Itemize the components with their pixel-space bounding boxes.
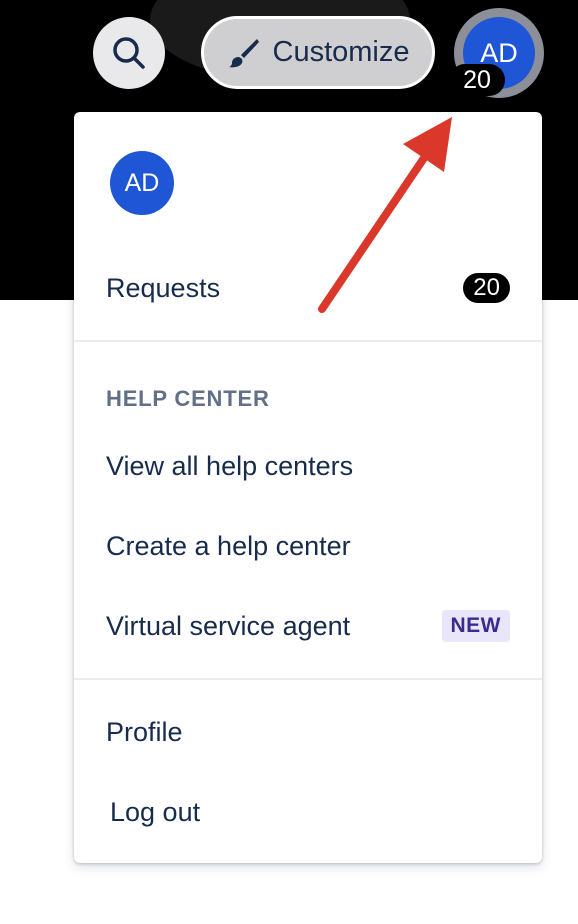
menu-item-label: View all help centers [106, 450, 354, 481]
requests-count-badge: 20 [463, 273, 510, 303]
logout-label: Log out [110, 796, 201, 827]
profile-label: Profile [106, 716, 183, 747]
profile-dropdown-menu: AD Requests 20 HELP CENTER View all help… [74, 112, 542, 863]
menu-item-log-out[interactable]: Log out [110, 784, 510, 840]
notification-count-badge: 20 [449, 64, 505, 96]
menu-item-profile[interactable]: Profile [106, 704, 510, 760]
divider [74, 340, 542, 342]
requests-label: Requests [106, 272, 221, 303]
paintbrush-icon [228, 38, 259, 67]
menu-item-virtual-service-agent[interactable]: Virtual service agent NEW [106, 598, 510, 654]
menu-item-label: Create a help center [106, 530, 351, 561]
search-icon [113, 37, 145, 69]
customize-label: Customize [272, 36, 410, 68]
customize-button[interactable]: Customize [201, 16, 435, 89]
new-badge: NEW [441, 610, 510, 642]
menu-avatar: AD [110, 151, 174, 215]
page: Customize AD 20 AD Requests 20 HELP CENT… [0, 0, 578, 924]
menu-item-create-help-center[interactable]: Create a help center [106, 518, 510, 574]
menu-item-requests[interactable]: Requests 20 [106, 260, 510, 316]
search-button[interactable] [93, 17, 165, 89]
menu-item-label: Virtual service agent [106, 610, 351, 641]
divider [74, 678, 542, 680]
section-title-help-center: HELP CENTER [106, 386, 270, 411]
menu-item-view-all-help-centers[interactable]: View all help centers [106, 438, 510, 494]
